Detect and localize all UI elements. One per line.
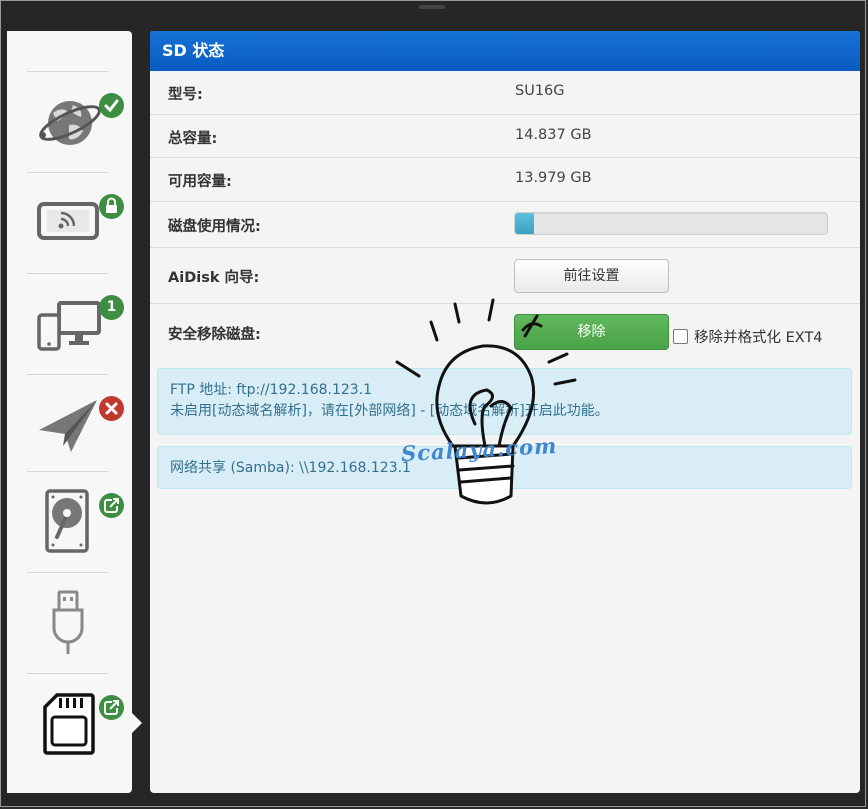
usage-row: 磁盘使用情况: xyxy=(150,202,860,248)
capacity-value: 14.837 GB xyxy=(515,127,592,143)
clients-count-badge: 1 xyxy=(99,295,124,320)
clients-devices-icon xyxy=(37,301,101,351)
model-value: SU16G xyxy=(515,83,565,99)
globe-internet-icon xyxy=(39,101,101,145)
active-item-pointer xyxy=(132,713,142,733)
sidebar-divider xyxy=(27,273,108,274)
error-badge xyxy=(99,396,124,421)
usage-label: 磁盘使用情况: xyxy=(168,219,261,235)
sidebar-divider xyxy=(27,673,108,674)
sidebar-item-usb[interactable] xyxy=(7,578,132,678)
status-ok-badge xyxy=(99,93,124,118)
eject-label: 安全移除磁盘: xyxy=(168,327,261,343)
lightbulb-watermark-icon xyxy=(395,298,577,505)
sidebar-divider xyxy=(27,471,108,472)
format-ext4-checkbox[interactable] xyxy=(673,329,688,344)
aidisk-label: AiDisk 向导: xyxy=(168,270,260,286)
hard-drive-icon xyxy=(45,489,89,553)
sidebar-divider xyxy=(27,71,108,72)
sd-card-icon xyxy=(43,693,95,755)
wifi-device-icon xyxy=(37,202,99,240)
sidebar-item-internet[interactable] xyxy=(7,77,132,177)
aidisk-settings-button[interactable]: 前往设置 xyxy=(514,259,669,293)
check-icon xyxy=(104,99,119,113)
sidebar-item-vpn[interactable] xyxy=(7,380,132,480)
sidebar-divider xyxy=(27,172,108,173)
lock-badge xyxy=(99,194,124,219)
sidebar-divider xyxy=(27,374,108,375)
close-icon xyxy=(105,402,118,415)
top-notch xyxy=(419,5,445,9)
eject-badge xyxy=(99,493,124,518)
capacity-row: 总容量: 14.837 GB xyxy=(150,115,860,158)
sidebar-item-sd-card[interactable] xyxy=(7,679,132,779)
format-ext4-label: 移除并格式化 EXT4 xyxy=(694,330,823,346)
sidebar-item-clients[interactable]: 1 xyxy=(7,279,132,379)
eject-icon xyxy=(104,498,119,513)
model-row: 型号: SU16G xyxy=(150,71,860,115)
sidebar-item-hard-drive[interactable] xyxy=(7,477,132,577)
lock-icon xyxy=(106,197,117,213)
sidebar-item-wireless[interactable] xyxy=(7,178,132,278)
sidebar-divider xyxy=(27,572,108,573)
sidebar: 1 xyxy=(7,31,132,793)
disk-usage-fill xyxy=(515,213,534,234)
format-ext4-option[interactable]: 移除并格式化 EXT4 xyxy=(673,326,823,347)
panel-title: SD 状态 xyxy=(150,31,860,71)
available-value: 13.979 GB xyxy=(515,170,592,186)
available-label: 可用容量: xyxy=(168,174,232,190)
disk-usage-bar xyxy=(514,212,828,235)
paper-plane-icon xyxy=(39,400,97,452)
eject-badge xyxy=(99,695,124,720)
window-frame: 1 SD 状态 型号: SU16G 总容量: 14.837 GB 可用容量: 1… xyxy=(0,0,866,807)
eject-icon xyxy=(104,700,119,715)
capacity-label: 总容量: xyxy=(168,131,218,147)
usb-icon xyxy=(52,590,84,654)
model-label: 型号: xyxy=(168,87,203,103)
available-row: 可用容量: 13.979 GB xyxy=(150,158,860,202)
